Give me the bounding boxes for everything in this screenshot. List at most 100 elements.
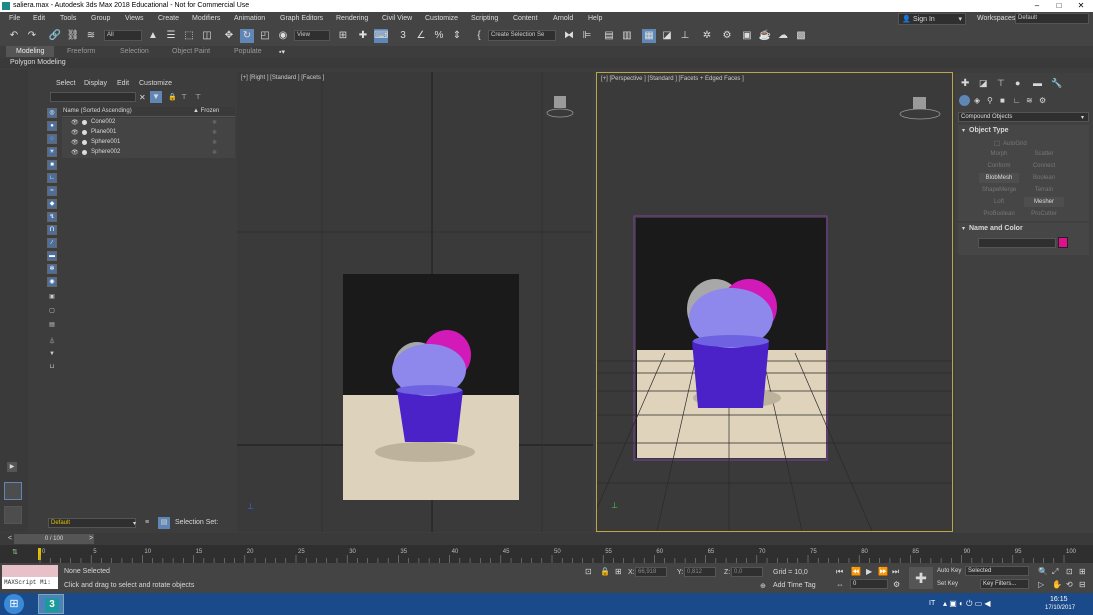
mirror-icon[interactable]: ⧓ (562, 29, 576, 43)
menu-customize[interactable]: Customize (425, 15, 458, 22)
menu-help[interactable]: Help (588, 15, 602, 22)
loft-button[interactable]: Loft (979, 197, 1019, 207)
placement-icon[interactable]: ◉ (276, 29, 290, 43)
viewport-right[interactable]: [+] [Right ] [Standard ] [Facets ] ⊥ (237, 72, 593, 532)
visibility-eye-icon[interactable]: 👁 (71, 139, 79, 146)
menu-modifiers[interactable]: Modifiers (192, 15, 220, 22)
render-iterative-icon[interactable]: ▩ (794, 29, 808, 43)
object-color-swatch[interactable] (1058, 237, 1068, 248)
rect-selection-icon[interactable]: ⬚ (182, 29, 196, 43)
goto-start-icon[interactable]: ⏮ (836, 567, 843, 577)
expand-layouts-icon[interactable]: ▶ (7, 462, 17, 472)
scene-menu-select[interactable]: Select (56, 80, 75, 87)
tab-selection[interactable]: Selection (120, 48, 149, 55)
start-icon[interactable]: ⊞ (4, 594, 24, 614)
display-dependents-icon[interactable]: ▤ (47, 321, 57, 331)
link-icon[interactable]: 🔗 (48, 29, 62, 43)
select-by-name-icon[interactable]: ☰ (164, 29, 178, 43)
z-coordinate-field[interactable]: 0,0 (731, 567, 763, 577)
display-groups-icon[interactable]: ◆ (47, 199, 57, 209)
filter-toggle-icon[interactable]: ⏃ (47, 338, 57, 348)
display-all-icon[interactable]: ◎ (47, 108, 57, 118)
helpers-icon[interactable]: ∟ (1013, 96, 1021, 105)
list-item[interactable]: 👁 Sphere001 ❄ (62, 138, 235, 148)
next-key-icon[interactable]: ⏩ (878, 567, 888, 576)
morph-button[interactable]: Morph (979, 149, 1019, 159)
rollout-collapse-icon[interactable]: ▾ (962, 127, 965, 134)
conform-button[interactable]: Conform (979, 161, 1019, 171)
selection-lock-icon[interactable]: 🔒 (600, 567, 610, 576)
lock-icon[interactable]: 🔒 (168, 93, 177, 101)
zoom-all-icon[interactable]: ⤢ (1052, 567, 1058, 577)
sign-in-dropdown[interactable]: 👤 Sign In ▾ (898, 13, 966, 25)
render-icon[interactable]: ☕ (758, 29, 772, 43)
autogrid-checkbox[interactable]: ☐ (994, 140, 1000, 148)
language-indicator[interactable]: IT (929, 600, 935, 607)
menu-civil-view[interactable]: Civil View (382, 15, 412, 22)
tab-modeling[interactable]: Modeling (6, 46, 55, 57)
tab-populate[interactable]: Populate (234, 48, 262, 55)
time-config-icon[interactable]: ⚙ (893, 580, 900, 589)
list-item[interactable]: 👁 Sphere002 ❄ (62, 148, 235, 158)
goto-end-icon[interactable]: ⏭ (892, 567, 899, 577)
layers-icon[interactable]: ≡ (145, 519, 149, 526)
y-coordinate-field[interactable]: 0,812 (684, 567, 716, 577)
play-icon[interactable]: ▶ (866, 567, 872, 576)
filter-funnel-icon[interactable]: ▼ (47, 350, 57, 360)
prev-frame-icon[interactable]: < (8, 535, 12, 542)
select-manipulate-icon[interactable]: ✚ (356, 29, 370, 43)
display-containers-icon[interactable]: ▬ (47, 251, 57, 261)
key-filters-button[interactable]: Key Filters... (980, 579, 1029, 589)
name-color-header[interactable]: Name and Color (969, 225, 1023, 232)
visibility-eye-icon[interactable]: 👁 (71, 129, 79, 136)
renderable-icon[interactable] (82, 130, 87, 135)
hierarchy-tab-icon[interactable]: ⊤ (997, 78, 1005, 89)
object-type-header[interactable]: Object Type (969, 127, 1009, 134)
isolate-selection-icon[interactable]: ⊡ (585, 567, 592, 576)
spinner-snap-icon[interactable]: ⇕ (450, 29, 464, 43)
absolute-mode-icon[interactable]: ⊞ (615, 567, 622, 576)
layer-dropdown[interactable]: Default (48, 518, 136, 528)
connect-button[interactable]: Connect (1024, 161, 1064, 171)
bind-space-warp-icon[interactable]: ≋ (84, 29, 98, 43)
modify-tab-icon[interactable]: ◪ (979, 78, 988, 89)
viewport-perspective[interactable]: [+] [Perspective ] [Standard ] [Facets +… (596, 72, 953, 532)
key-selection-dropdown[interactable]: Selected (965, 566, 1029, 576)
renderable-icon[interactable] (82, 140, 87, 145)
menu-file[interactable]: File (9, 15, 20, 22)
visibility-eye-icon[interactable]: 👁 (71, 149, 79, 156)
add-time-tag[interactable]: Add Time Tag (773, 582, 816, 589)
scatter-button[interactable]: Scatter (1024, 149, 1064, 159)
material-editor-icon[interactable]: ✲ (700, 29, 714, 43)
redo-icon[interactable]: ↷ (25, 29, 39, 43)
time-slider[interactable]: 0 / 100 (14, 534, 94, 544)
scale-icon[interactable]: ◰ (258, 29, 272, 43)
maxscript-input[interactable]: MAXScript Mi: (2, 577, 58, 589)
frozen-icon[interactable]: ❄ (212, 149, 217, 156)
window-crossing-icon[interactable]: ◫ (200, 29, 214, 43)
layer-explorer-icon[interactable]: ▤ (602, 29, 616, 43)
set-key-button[interactable]: ✚ (909, 567, 933, 589)
snaps-toggle-icon[interactable]: 3 (396, 29, 410, 43)
utilities-tab-icon[interactable]: 🔧 (1051, 78, 1062, 89)
undo-icon[interactable]: ↶ (7, 29, 21, 43)
viewcube-icon[interactable] (545, 94, 575, 124)
3dsmax-taskbar-icon[interactable]: 3 (38, 594, 64, 614)
pan-icon[interactable]: ✋ (1052, 580, 1062, 589)
reference-coord-dropdown[interactable]: View (294, 30, 330, 41)
clear-search-icon[interactable]: ✕ (139, 93, 146, 102)
scene-menu-customize[interactable]: Customize (139, 80, 172, 87)
fov-icon[interactable]: ▷ (1038, 580, 1044, 589)
percent-snap-icon[interactable]: % (432, 29, 446, 43)
display-bones-icon[interactable]: ᑎ (47, 225, 57, 235)
display-spacewarps-icon[interactable]: ≈ (47, 186, 57, 196)
menu-group[interactable]: Group (91, 15, 110, 22)
filter-icon[interactable]: ▼ (150, 91, 162, 103)
auto-key-button[interactable]: Auto Key (937, 568, 961, 574)
edit-named-sets-icon[interactable]: { (472, 29, 486, 43)
display-shapes-icon[interactable]: ◌ (47, 134, 57, 144)
schematic-view-icon[interactable]: ⊥ (678, 29, 692, 43)
minimize-button[interactable]: – (1026, 1, 1048, 11)
frozen-icon[interactable]: ❄ (212, 119, 217, 126)
tab-freeform[interactable]: Freeform (67, 48, 95, 55)
